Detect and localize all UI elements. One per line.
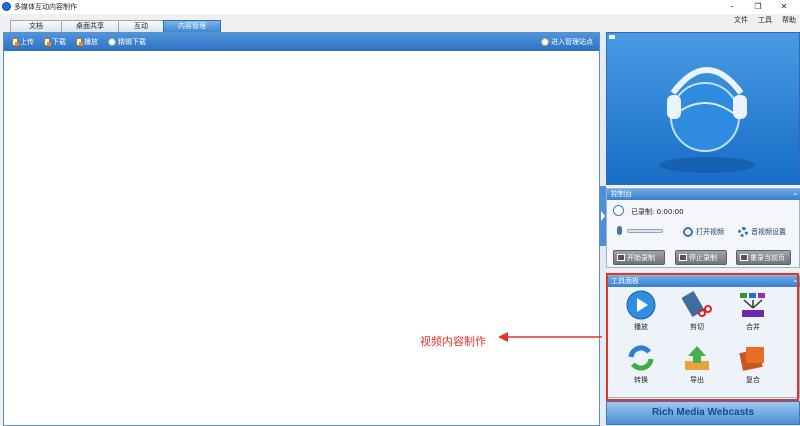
menu-file[interactable]: 文件 [734, 15, 748, 27]
window-title: 多媒体互动内容制作 [14, 3, 77, 11]
av-settings-button[interactable]: 音视频设置 [738, 227, 786, 237]
annotation-label: 视频内容制作 [420, 335, 486, 348]
stop-record-label: 停止录制 [689, 253, 717, 262]
menu-tools[interactable]: 工具 [758, 15, 772, 27]
video-off-icon [683, 227, 693, 237]
start-record-button[interactable]: 开始录制 [613, 250, 665, 265]
maximize-button[interactable]: ❐ [746, 0, 770, 14]
stop-record-button[interactable]: 停止录制 [675, 250, 727, 265]
tab-documents[interactable]: 文档 [10, 20, 62, 32]
title-bar: 多媒体互动内容制作 – ❐ ✕ [0, 0, 800, 14]
tab-content-management[interactable]: 内容管理 [163, 20, 221, 32]
main-tabs: 文档 桌面共享 互动 内容管理 [10, 20, 221, 32]
disc-icon [108, 38, 116, 46]
admin-site-label: 进入管理站点 [551, 38, 593, 46]
annotation-arrow-icon [498, 332, 602, 342]
play-label: 播放 [84, 38, 98, 46]
play-doc-icon [76, 38, 83, 46]
start-record-label: 开始录制 [627, 253, 655, 262]
download-icon [44, 38, 51, 46]
person-icon [541, 38, 549, 46]
content-area: 上传 下载 播放 精辑下载 进入管理站点 [3, 32, 600, 426]
headset-globe-icon [659, 67, 755, 173]
open-video-label: 打开视频 [696, 228, 724, 236]
content-toolbar: 上传 下载 播放 精辑下载 进入管理站点 [4, 33, 599, 51]
right-column: 控制台 – 已录制: 0:00:00 打开视频 音视频设置 开始录制 停止录制 重… [606, 32, 800, 426]
recorded-time: 已录制: 0:00:00 [631, 208, 684, 216]
cut-download-label: 精辑下载 [118, 38, 146, 46]
rerecord-button[interactable]: 重录当前页 [736, 250, 791, 265]
play-button[interactable]: 播放 [76, 37, 98, 47]
download-button[interactable]: 下载 [44, 37, 66, 47]
control-panel-title: 控制台 [611, 190, 632, 198]
mic-icon [617, 226, 622, 235]
upload-button[interactable]: 上传 [12, 37, 34, 47]
gear-icon [738, 227, 748, 237]
video-preview [606, 32, 800, 185]
control-panel-minimize[interactable]: – [794, 189, 798, 200]
app-icon [2, 2, 11, 11]
brand-banner: Rich Media Webcasts [606, 401, 800, 425]
redo-icon [740, 254, 748, 261]
download-label: 下载 [52, 38, 66, 46]
camera-icon [609, 35, 615, 39]
tab-desktop-share[interactable]: 桌面共享 [61, 20, 119, 32]
upload-icon [12, 38, 19, 46]
volume-slider[interactable] [627, 229, 663, 233]
admin-site-link[interactable]: 进入管理站点 [541, 37, 593, 47]
rerecord-label: 重录当前页 [750, 253, 785, 262]
control-panel-header: 控制台 – [607, 189, 800, 200]
upload-label: 上传 [20, 38, 34, 46]
menu-bar: 文件 工具 帮助 [734, 15, 796, 27]
control-panel: 控制台 – 已录制: 0:00:00 打开视频 音视频设置 开始录制 停止录制 重… [606, 188, 800, 268]
close-button[interactable]: ✕ [772, 0, 796, 14]
record-icon [617, 254, 625, 261]
minimize-button[interactable]: – [720, 0, 744, 14]
tab-interaction[interactable]: 互动 [118, 20, 164, 32]
clock-icon [613, 205, 624, 216]
highlight-box [606, 273, 799, 401]
cut-download-button[interactable]: 精辑下载 [108, 37, 146, 47]
stop-icon [679, 254, 687, 261]
menu-help[interactable]: 帮助 [782, 15, 796, 27]
open-video-button[interactable]: 打开视频 [683, 227, 724, 237]
av-settings-label: 音视频设置 [751, 228, 786, 236]
